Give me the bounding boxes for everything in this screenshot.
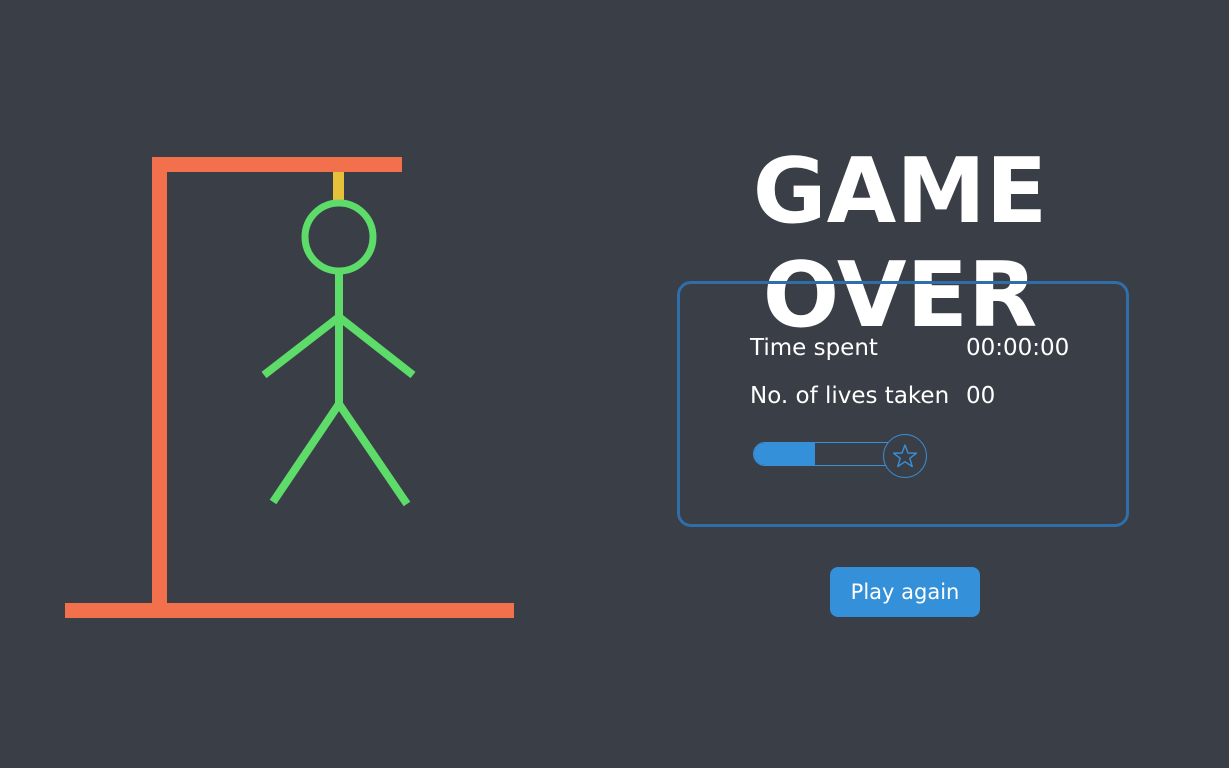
gallows [65, 157, 514, 618]
lives-taken-value: 00 [966, 383, 996, 409]
figure-left-arm [261, 313, 342, 379]
lives-taken-label: No. of lives taken [750, 383, 950, 409]
time-spent-label: Time spent [750, 335, 878, 361]
play-again-button[interactable]: Play again [830, 567, 980, 617]
gallows-beam [152, 157, 402, 172]
star-icon [892, 444, 918, 468]
figure-left-leg [269, 401, 343, 505]
stick-figure [261, 199, 416, 507]
progress-bar [753, 442, 903, 466]
figure-right-arm [336, 313, 416, 379]
progress-star-badge [883, 434, 927, 478]
gallows-post [152, 157, 167, 609]
figure-head [301, 199, 377, 275]
figure-right-leg [335, 401, 411, 507]
progress-fill [754, 443, 816, 465]
time-spent-value: 00:00:00 [966, 335, 1070, 361]
rope [333, 172, 344, 202]
gallows-base [65, 603, 514, 618]
stats-panel: Time spent 00:00:00 No. of lives taken 0… [677, 281, 1129, 527]
